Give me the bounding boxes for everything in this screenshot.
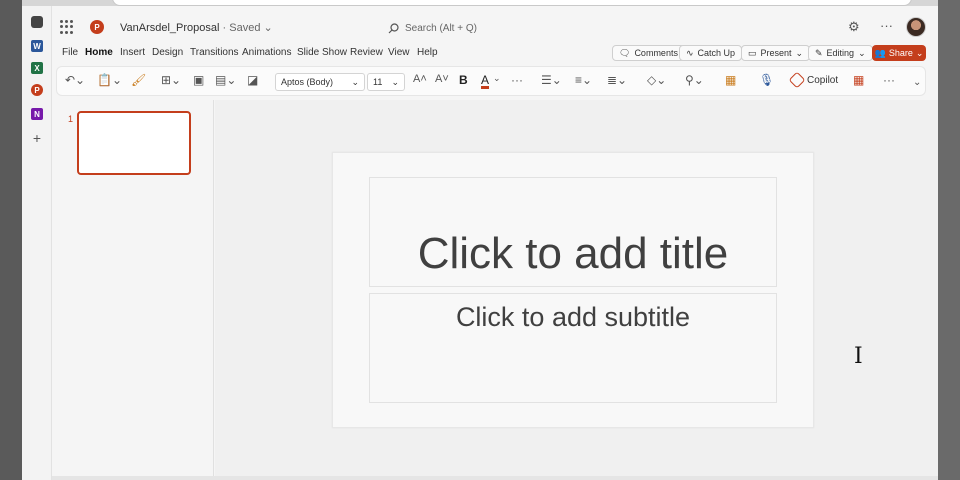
powerpoint-window: P VanArsdel_Proposal · Saved ⌄ Search (A… [52, 6, 938, 480]
font-size-value: 11 [373, 77, 383, 87]
chevron-down-icon: ⌄ [263, 22, 273, 34]
comment-icon: 🗨 [619, 47, 631, 58]
comments-label: Comments [634, 48, 678, 58]
app-launcher-icon[interactable] [60, 20, 74, 34]
avatar[interactable] [906, 17, 926, 37]
tab-review[interactable]: Review [350, 47, 383, 58]
increase-font-size-icon[interactable]: A˄ [413, 73, 427, 85]
powerpoint-icon[interactable]: P [31, 84, 43, 96]
catch-up-label: Catch Up [697, 48, 736, 58]
menu-tabs: File Home Insert Design Transitions Anim… [52, 44, 938, 64]
expand-ribbon-icon[interactable]: ⌄ [913, 77, 921, 88]
chevron-down-icon: ⌄ [915, 47, 924, 58]
more-options-icon[interactable]: ··· [880, 18, 893, 33]
gear-icon[interactable]: ⚙ [848, 19, 860, 35]
subtitle-placeholder-text: Click to add subtitle [455, 302, 691, 332]
document-title[interactable]: VanArsdel_Proposal · Saved ⌄ [120, 21, 273, 34]
copilot-label: Copilot [807, 74, 839, 86]
shapes-icon[interactable]: ◇⌄ [647, 73, 666, 87]
share-button[interactable]: 👥 Share ⌄ [872, 45, 926, 61]
align-icon[interactable]: ≣⌄ [607, 73, 627, 87]
right-frame [938, 0, 960, 480]
more-commands-icon[interactable]: ··· [883, 73, 895, 87]
new-slide-icon[interactable]: ⊞⌄ [161, 73, 181, 87]
catch-up-button[interactable]: ∿ Catch Up [679, 45, 743, 61]
search-icon [388, 22, 399, 33]
ribbon-toolbar: ↶⌄ 📋⌄ 🖌 ⊞⌄ ▣ ▤⌄ ◪ Aptos (Body) ⌄ 11 ⌄ A˄… [56, 66, 926, 96]
font-name-select[interactable]: Aptos (Body) ⌄ [275, 73, 365, 91]
layout-icon[interactable]: ▤⌄ [215, 73, 236, 87]
bold-icon[interactable]: B [459, 73, 468, 87]
onedrive-icon[interactable] [31, 16, 43, 28]
font-size-select[interactable]: 11 ⌄ [367, 73, 405, 91]
excel-icon[interactable]: X [31, 62, 43, 74]
text-cursor-icon: Ι [854, 344, 863, 369]
tab-help[interactable]: Help [417, 47, 438, 58]
tab-design[interactable]: Design [152, 47, 183, 58]
add-app-icon[interactable]: + [31, 130, 43, 146]
tab-transitions[interactable]: Transitions [190, 47, 239, 58]
reuse-slides-icon[interactable]: ▣ [193, 73, 204, 87]
present-button[interactable]: ▭ Present ⌄ [741, 45, 811, 61]
status-bar [52, 476, 938, 480]
document-name: VanArsdel_Proposal [120, 22, 220, 34]
decrease-font-size-icon[interactable]: A˅ [435, 73, 449, 85]
present-label: Present [760, 48, 792, 58]
designer-icon[interactable]: ▦ [725, 73, 736, 87]
tab-slide-show[interactable]: Slide Show [297, 47, 347, 58]
slide-thumbnail[interactable] [77, 111, 191, 175]
search-placeholder: Search (Alt + Q) [405, 22, 477, 34]
font-color-icon[interactable]: A [481, 73, 489, 87]
pencil-icon: ✎ [815, 47, 823, 58]
tab-file[interactable]: File [62, 47, 78, 58]
os-left-rail [0, 0, 22, 480]
people-icon: 👥 [874, 47, 886, 58]
share-label: Share [888, 48, 913, 58]
pulse-icon: ∿ [686, 47, 694, 58]
title-placeholder-text: Click to add title [417, 229, 729, 278]
tab-view[interactable]: View [388, 47, 410, 58]
present-icon: ▭ [748, 47, 757, 58]
slide[interactable]: Click to add title Click to add subtitle [332, 152, 814, 428]
chevron-down-icon: ⌄ [351, 76, 359, 87]
find-icon[interactable]: ⚲⌄ [685, 73, 704, 87]
add-ins-icon[interactable]: ▦ [853, 73, 864, 87]
dictate-icon[interactable]: 🎙 [759, 73, 774, 87]
clipboard-icon[interactable]: 📋⌄ [97, 73, 122, 87]
chevron-down-icon: ⌄ [391, 76, 399, 87]
chevron-down-icon: ⌄ [795, 47, 804, 58]
title-placeholder[interactable]: Click to add title [369, 177, 777, 287]
copilot-icon [788, 71, 806, 89]
chevron-down-icon: ⌄ [858, 47, 866, 58]
tab-insert[interactable]: Insert [120, 47, 145, 58]
comments-button[interactable]: 🗨 Comments [612, 45, 685, 61]
search-box[interactable]: Search (Alt + Q) [382, 18, 632, 38]
chevron-down-icon[interactable]: ⌄ [493, 73, 501, 84]
numbering-icon[interactable]: ≡⌄ [575, 73, 592, 87]
editing-label: Editing [826, 48, 855, 58]
slide-thumbnail-pane: 1 [52, 100, 214, 480]
save-status: Saved [229, 22, 261, 34]
tab-animations[interactable]: Animations [242, 47, 291, 58]
subtitle-placeholder[interactable]: Click to add subtitle [369, 293, 777, 403]
word-icon[interactable]: W [31, 40, 43, 52]
more-font-options-icon[interactable]: ··· [511, 73, 523, 87]
tab-home[interactable]: Home [85, 47, 113, 58]
powerpoint-logo: P [90, 20, 104, 34]
shape-fill-icon[interactable]: ◪ [247, 73, 258, 87]
title-bar: P VanArsdel_Proposal · Saved ⌄ Search (A… [52, 6, 938, 42]
app-launcher-rail [22, 6, 52, 480]
format-painter-icon[interactable]: 🖌 [131, 73, 146, 87]
editing-mode-button[interactable]: ✎ Editing ⌄ [808, 45, 873, 61]
onenote-icon[interactable]: N [31, 108, 43, 120]
slide-number: 1 [68, 114, 74, 124]
bullets-icon[interactable]: ☰⌄ [541, 73, 562, 87]
font-name-value: Aptos (Body) [281, 77, 334, 87]
copilot-button[interactable]: Copilot [788, 71, 839, 89]
undo-icon[interactable]: ↶⌄ [65, 73, 85, 87]
